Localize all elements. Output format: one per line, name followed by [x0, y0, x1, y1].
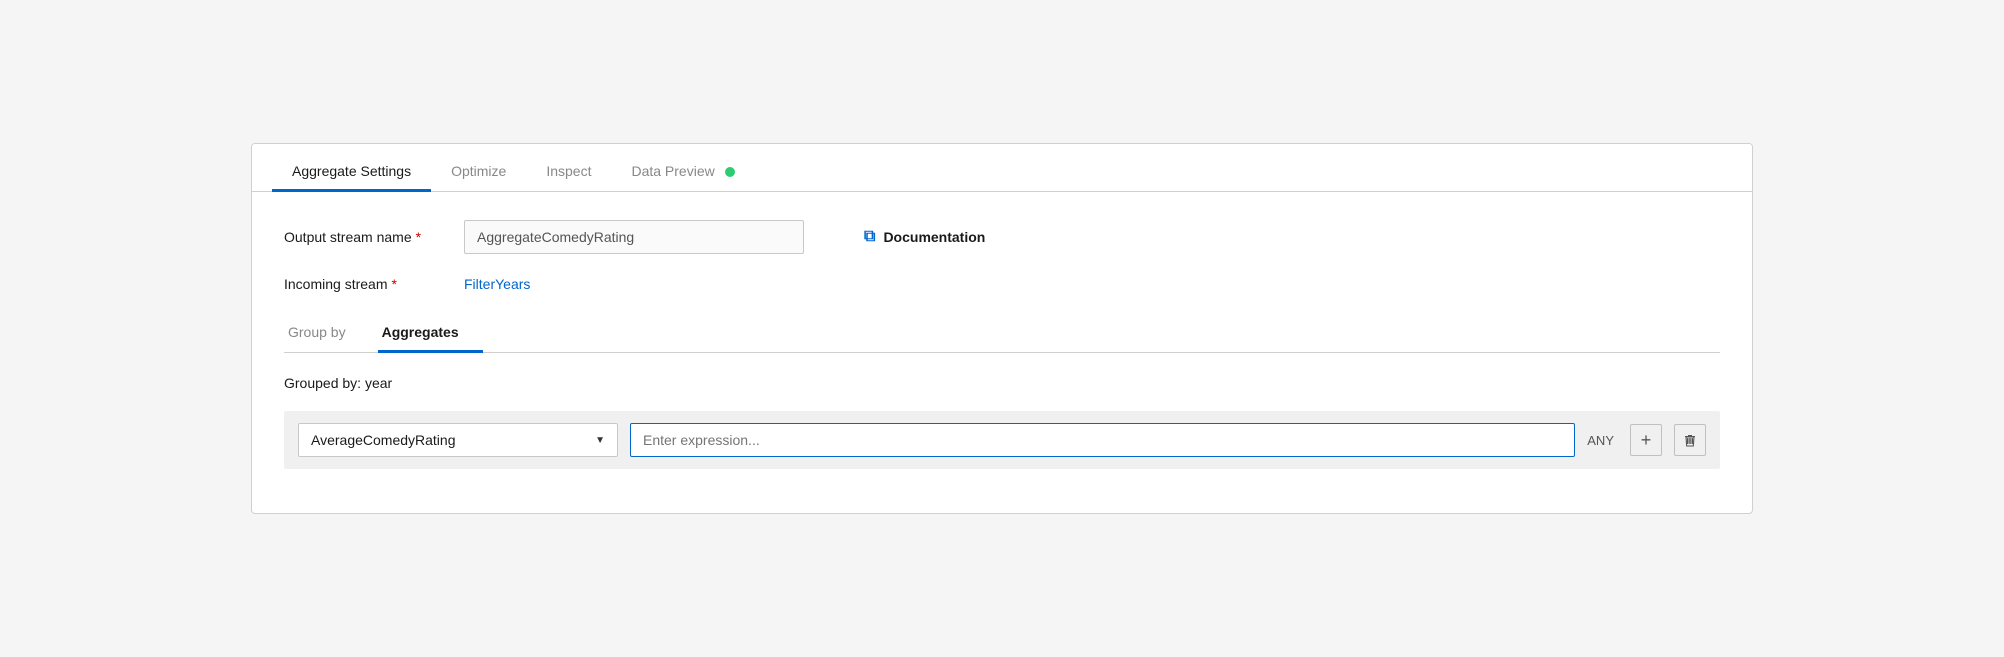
- output-stream-label: Output stream name*: [284, 229, 464, 245]
- top-tab-bar: Aggregate Settings Optimize Inspect Data…: [252, 144, 1752, 192]
- any-badge: ANY: [1587, 433, 1618, 448]
- column-dropdown-value: AverageComedyRating: [311, 432, 456, 448]
- required-star-incoming: *: [391, 276, 396, 292]
- output-stream-row: Output stream name* ⧉ Documentation: [284, 220, 1720, 254]
- aggregates-section: Grouped by: year AverageComedyRating ▼ A…: [284, 353, 1720, 485]
- app-container: Aggregate Settings Optimize Inspect Data…: [251, 143, 1753, 514]
- sub-tab-bar: Group by Aggregates: [284, 314, 1720, 353]
- output-stream-input[interactable]: [464, 220, 804, 254]
- content-area: Output stream name* ⧉ Documentation Inco…: [252, 192, 1752, 513]
- incoming-stream-link[interactable]: FilterYears: [464, 276, 530, 292]
- documentation-link[interactable]: ⧉ Documentation: [864, 228, 985, 246]
- tab-optimize[interactable]: Optimize: [431, 151, 526, 192]
- sub-tab-aggregates[interactable]: Aggregates: [378, 314, 483, 353]
- delete-button[interactable]: [1674, 424, 1706, 456]
- aggregate-row: AverageComedyRating ▼ ANY +: [284, 411, 1720, 469]
- incoming-stream-row: Incoming stream* FilterYears: [284, 276, 1720, 292]
- tab-data-preview[interactable]: Data Preview: [611, 151, 754, 192]
- incoming-stream-label: Incoming stream*: [284, 276, 464, 292]
- tab-aggregate-settings[interactable]: Aggregate Settings: [272, 151, 431, 192]
- column-dropdown[interactable]: AverageComedyRating ▼: [298, 423, 618, 457]
- tab-inspect[interactable]: Inspect: [526, 151, 611, 192]
- doc-label: Documentation: [883, 229, 985, 245]
- add-button[interactable]: +: [1630, 424, 1662, 456]
- expression-input[interactable]: [630, 423, 1575, 457]
- doc-external-icon: ⧉: [864, 228, 875, 246]
- dropdown-arrow-icon: ▼: [595, 435, 605, 446]
- trash-icon: [1682, 432, 1698, 448]
- sub-tab-group-by[interactable]: Group by: [284, 314, 370, 353]
- grouped-by-label: Grouped by: year: [284, 375, 1720, 391]
- required-star-output: *: [416, 229, 421, 245]
- data-preview-dot: [725, 167, 735, 177]
